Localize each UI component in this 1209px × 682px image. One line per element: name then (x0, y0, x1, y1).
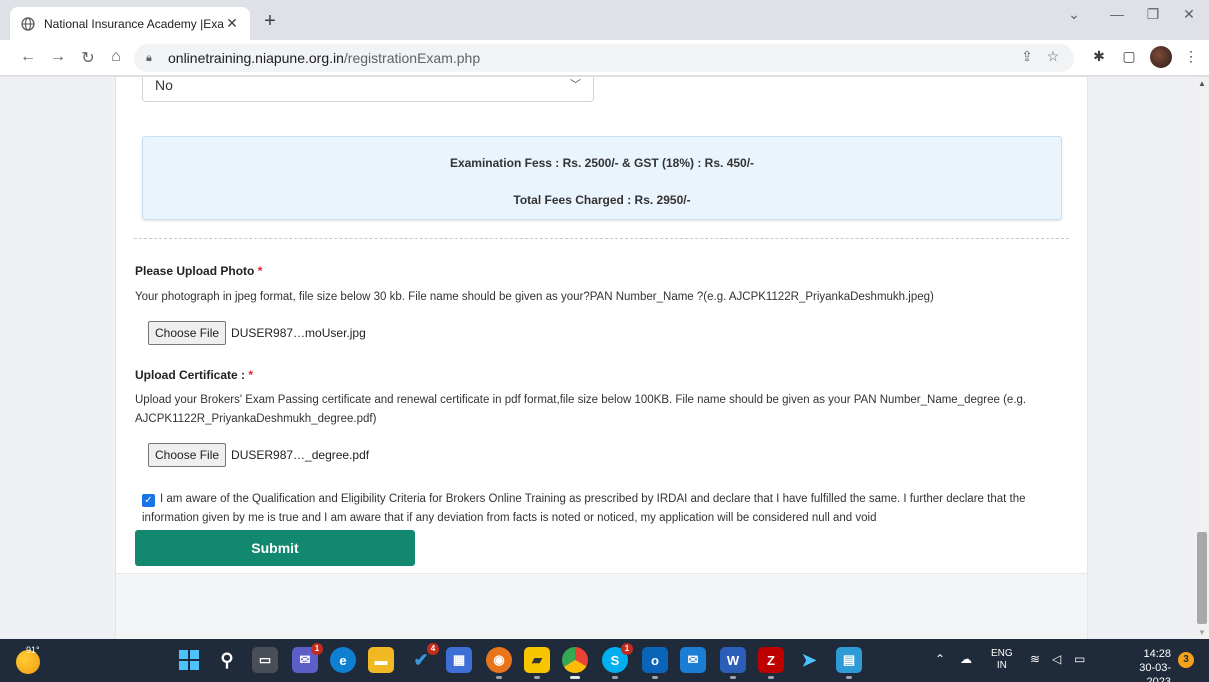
teams-badge: 1 (311, 643, 323, 655)
url-path: /registrationExam.php (343, 50, 481, 66)
lock-icon: 🔒︎ (146, 51, 152, 64)
window-close-icon[interactable]: ✕ (1177, 6, 1201, 23)
required-mark: * (248, 368, 254, 382)
running-indicator (768, 676, 774, 679)
minimize-icon[interactable]: — (1105, 6, 1129, 22)
back-icon[interactable]: ← (18, 48, 38, 66)
battery-icon[interactable]: ▭ (1074, 652, 1085, 666)
region-code: IN (996, 660, 1007, 671)
certificate-help-text: Upload your Brokers' Exam Passing certif… (135, 394, 1027, 425)
brave-browser-icon[interactable]: ◉ (486, 647, 512, 679)
photo-file-input[interactable]: Choose File DUSER987…moUser.jpg (148, 320, 366, 346)
select-value: No (155, 77, 173, 93)
new-tab-button[interactable]: + (258, 10, 282, 33)
notification-badge[interactable]: 3 (1178, 652, 1194, 668)
edge-icon[interactable]: e (330, 647, 356, 673)
certificate-file-name: DUSER987…_degree.pdf (231, 448, 370, 462)
windows-start-icon[interactable] (176, 647, 202, 673)
calculator-icon[interactable]: ▦ (446, 647, 472, 673)
teams-chat-icon[interactable]: ✉ 1 (292, 643, 323, 673)
skype-badge: 1 (621, 643, 633, 655)
mail-icon[interactable]: ✉ (680, 647, 706, 673)
file-explorer-icon[interactable]: ▬ (368, 647, 394, 673)
language-indicator[interactable]: ENG IN (991, 648, 1013, 672)
running-indicator (652, 676, 658, 679)
todo-badge: 4 (427, 643, 439, 655)
scroll-up-icon[interactable]: ▲ (1195, 79, 1209, 88)
form-card: No ﹀ Examination Fess : Rs. 2500/- & GST… (115, 77, 1088, 639)
submit-button[interactable]: Submit (135, 530, 415, 566)
search-icon[interactable]: ⚲ (214, 647, 240, 673)
photo-label-text: Please Upload Photo (135, 264, 255, 278)
clock-time: 14:28 (1143, 648, 1171, 660)
photo-help-text: Your photograph in jpeg format, file siz… (135, 291, 934, 303)
home-icon[interactable]: ⌂ (106, 48, 126, 66)
running-indicator (496, 676, 502, 679)
show-hidden-icons-chevron-icon[interactable]: ⌃ (935, 652, 945, 666)
volume-icon[interactable]: ◁ (1052, 652, 1061, 666)
extensions-puzzle-icon[interactable]: ✱ (1090, 48, 1108, 65)
card-footer (116, 573, 1087, 639)
share-icon[interactable]: ⇪ (1018, 48, 1036, 65)
running-indicator (612, 676, 618, 679)
restore-icon[interactable]: ❐ (1141, 6, 1165, 23)
calendar-app-icon[interactable]: ▤ (836, 647, 862, 679)
language-code: ENG (991, 648, 1013, 659)
outlook-icon[interactable]: o (642, 647, 668, 679)
bookmark-star-icon[interactable]: ☆ (1044, 48, 1062, 65)
close-icon[interactable]: ✕ (224, 15, 240, 32)
address-bar[interactable]: 🔒︎ onlinetraining.niapune.org.in/registr… (134, 44, 1074, 72)
fees-panel: Examination Fess : Rs. 2500/- & GST (18%… (142, 136, 1062, 220)
filezilla-icon[interactable]: Z (758, 647, 784, 679)
onedrive-cloud-icon[interactable]: ☁ (960, 652, 972, 666)
reload-icon[interactable]: ↻ (78, 48, 98, 68)
browser-tab[interactable]: National Insurance Academy |Exa ✕ (10, 7, 250, 40)
exam-fees-text: Examination Fess : Rs. 2500/- & GST (18%… (449, 156, 755, 170)
certificate-choose-file-button[interactable]: Choose File (148, 443, 227, 467)
menu-kebab-icon[interactable]: ⋮ (1182, 48, 1200, 65)
browser-toolbar: ← → ↻ ⌂ 🔒︎ onlinetraining.niapune.org.in… (0, 40, 1209, 76)
clock-date: 30-03-2023 (1139, 662, 1171, 682)
total-fees-text: Total Fees Charged : Rs. 2950/- (513, 193, 691, 207)
chevron-down-icon: ﹀ (570, 79, 581, 91)
page-scrollbar[interactable]: ▲ ▼ (1195, 77, 1209, 639)
scrollbar-thumb[interactable] (1197, 532, 1207, 624)
divider (134, 238, 1069, 239)
running-indicator (846, 676, 852, 679)
required-mark: * (257, 264, 263, 278)
tab-strip: National Insurance Academy |Exa ✕ + ⌄ — … (0, 0, 1209, 40)
declaration-text: I am aware of the Qualification and Elig… (142, 493, 1026, 524)
temperature: 91° (26, 645, 40, 655)
page-viewport: No ﹀ Examination Fess : Rs. 2500/- & GST… (0, 77, 1195, 639)
side-panel-icon[interactable]: ▢ (1120, 48, 1138, 65)
wifi-icon[interactable]: ≋ (1030, 652, 1040, 666)
url-host: onlinetraining.niapune.org.in (168, 50, 344, 66)
running-indicator (570, 676, 580, 679)
chrome-icon[interactable] (562, 647, 588, 679)
photo-label: Please Upload Photo * (135, 264, 262, 278)
system-clock[interactable]: 14:28 30-03-2023 (1125, 647, 1171, 682)
tab-title: National Insurance Academy |Exa (44, 16, 224, 31)
photos-app-icon[interactable]: ➤ (796, 647, 822, 673)
declaration-checkbox[interactable]: ✓ (142, 494, 155, 507)
tab-search-icon[interactable]: ⌄ (1062, 6, 1086, 23)
task-view-icon[interactable]: ▭ (252, 647, 278, 673)
running-indicator (730, 676, 736, 679)
todo-icon[interactable]: ✔ 4 (408, 643, 439, 673)
scroll-down-icon[interactable]: ▼ (1195, 628, 1209, 637)
certificate-label: Upload Certificate : * (135, 368, 253, 382)
globe-icon (20, 16, 36, 32)
yes-no-select[interactable]: No ﹀ (142, 77, 594, 102)
running-indicator (534, 676, 540, 679)
forward-icon[interactable]: → (48, 48, 68, 66)
certificate-label-text: Upload Certificate : (135, 368, 246, 382)
photo-choose-file-button[interactable]: Choose File (148, 321, 227, 345)
certificate-file-input[interactable]: Choose File DUSER987…_degree.pdf (148, 442, 369, 468)
skype-icon[interactable]: S1 (602, 643, 633, 679)
word-icon[interactable]: W (720, 647, 746, 679)
photo-file-name: DUSER987…moUser.jpg (231, 326, 366, 340)
profile-avatar[interactable] (1150, 46, 1172, 68)
sticky-notes-icon[interactable]: ▰ (524, 647, 550, 679)
